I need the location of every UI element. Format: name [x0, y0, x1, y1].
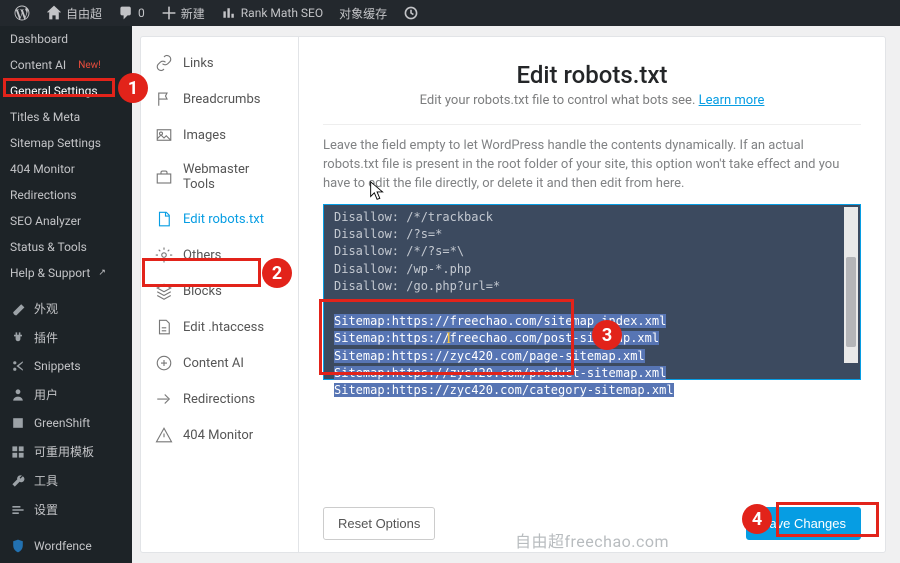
object-cache[interactable]: 对象缓存 — [331, 0, 395, 26]
external-icon: ↗ — [98, 268, 106, 278]
menu-greenshift[interactable]: GreenShift — [0, 409, 132, 437]
layers-icon — [155, 282, 173, 300]
ai-icon — [155, 354, 173, 372]
menu-wordfence[interactable]: Wordfence — [0, 532, 132, 560]
editor-scrollbar[interactable] — [844, 207, 858, 363]
tab-404[interactable]: 404 Monitor — [141, 417, 298, 453]
content-area: Links Breadcrumbs Images Webmaster Tools… — [132, 26, 900, 563]
callout-3: 3 — [592, 320, 622, 350]
tab-contentai[interactable]: Content AI — [141, 345, 298, 381]
rm-sub-titles-meta[interactable]: Titles & Meta — [0, 104, 132, 130]
user-icon — [10, 387, 26, 403]
grid-icon — [10, 444, 26, 460]
settings-panel: Links Breadcrumbs Images Webmaster Tools… — [140, 36, 886, 553]
rm-sub-content-ai[interactable]: Content AINew! — [0, 52, 132, 78]
text-cursor: I — [446, 330, 451, 348]
wrench-icon — [10, 473, 26, 489]
tab-links[interactable]: Links — [141, 45, 298, 81]
sliders-icon — [10, 502, 26, 518]
wp-admin-bar: 自由超 0 新建 Rank Math SEO 对象缓存 — [0, 0, 900, 26]
settings-tabs: Links Breadcrumbs Images Webmaster Tools… — [141, 37, 299, 552]
briefcase-icon — [155, 168, 173, 186]
plug-icon — [10, 330, 26, 346]
comments-link[interactable]: 0 — [110, 0, 153, 26]
rm-sub-analyzer[interactable]: SEO Analyzer — [0, 208, 132, 234]
file2-icon — [155, 318, 173, 336]
link-icon — [155, 54, 173, 72]
tab-webmaster[interactable]: Webmaster Tools — [141, 153, 298, 201]
menu-plugins[interactable]: 插件 — [0, 323, 132, 352]
rankmath-bar[interactable]: Rank Math SEO — [213, 0, 331, 26]
shield-icon — [10, 538, 26, 554]
robots-editor[interactable]: Disallow: /*/trackback Disallow: /?s=* D… — [323, 204, 861, 380]
rm-sub-sitemap[interactable]: Sitemap Settings — [0, 130, 132, 156]
gear-icon — [155, 246, 173, 264]
tab-breadcrumbs[interactable]: Breadcrumbs — [141, 81, 298, 117]
flag-icon — [155, 90, 173, 108]
watermark: 自由超freechao.com — [515, 528, 669, 552]
menu-settings[interactable]: 设置 — [0, 495, 132, 524]
scissors-icon — [10, 358, 26, 374]
new-content[interactable]: 新建 — [153, 0, 213, 26]
menu-users[interactable]: 用户 — [0, 380, 132, 409]
image-icon — [155, 126, 173, 144]
new-badge: New! — [78, 60, 101, 71]
site-home-link[interactable]: 自由超 — [38, 0, 110, 26]
page-subtitle: Edit your robots.txt file to control wha… — [323, 93, 861, 108]
menu-appearance[interactable]: 外观 — [0, 294, 132, 323]
box-icon — [10, 415, 26, 431]
callout-4: 4 — [742, 504, 772, 534]
wp-admin-menu: Dashboard Content AINew! General Setting… — [0, 26, 132, 563]
learn-more-link[interactable]: Learn more — [699, 93, 765, 108]
rm-sub-general-settings[interactable]: General Settings — [0, 78, 132, 104]
main-panel: Edit robots.txt Edit your robots.txt fil… — [299, 37, 885, 552]
callout-2: 2 — [262, 258, 292, 288]
field-description: Leave the field empty to let WordPress h… — [323, 137, 861, 194]
reset-button[interactable]: Reset Options — [323, 507, 435, 540]
menu-tools[interactable]: 工具 — [0, 466, 132, 495]
tab-images[interactable]: Images — [141, 117, 298, 153]
redirect-icon — [155, 390, 173, 408]
cache-icon[interactable] — [395, 0, 427, 26]
menu-reusable[interactable]: 可重用模板 — [0, 437, 132, 466]
warning-icon — [155, 426, 173, 444]
brush-icon — [10, 301, 26, 317]
rm-sub-status[interactable]: Status & Tools — [0, 234, 132, 260]
pointer-cursor — [367, 180, 389, 206]
rm-sub-redir[interactable]: Redirections — [0, 182, 132, 208]
rm-sub-404[interactable]: 404 Monitor — [0, 156, 132, 182]
rm-sub-dashboard[interactable]: Dashboard — [0, 26, 132, 52]
divider — [323, 124, 861, 125]
callout-1: 1 — [118, 73, 148, 103]
tab-redirections[interactable]: Redirections — [141, 381, 298, 417]
site-name: 自由超 — [66, 5, 102, 22]
file-icon — [155, 210, 173, 228]
page-title: Edit robots.txt — [323, 61, 861, 89]
menu-snippets[interactable]: Snippets — [0, 352, 132, 380]
tab-robots[interactable]: Edit robots.txt — [141, 201, 298, 237]
wp-logo[interactable] — [6, 0, 38, 26]
comment-count: 0 — [138, 6, 145, 20]
rm-sub-help[interactable]: Help & Support ↗ — [0, 260, 132, 286]
tab-htaccess[interactable]: Edit .htaccess — [141, 309, 298, 345]
